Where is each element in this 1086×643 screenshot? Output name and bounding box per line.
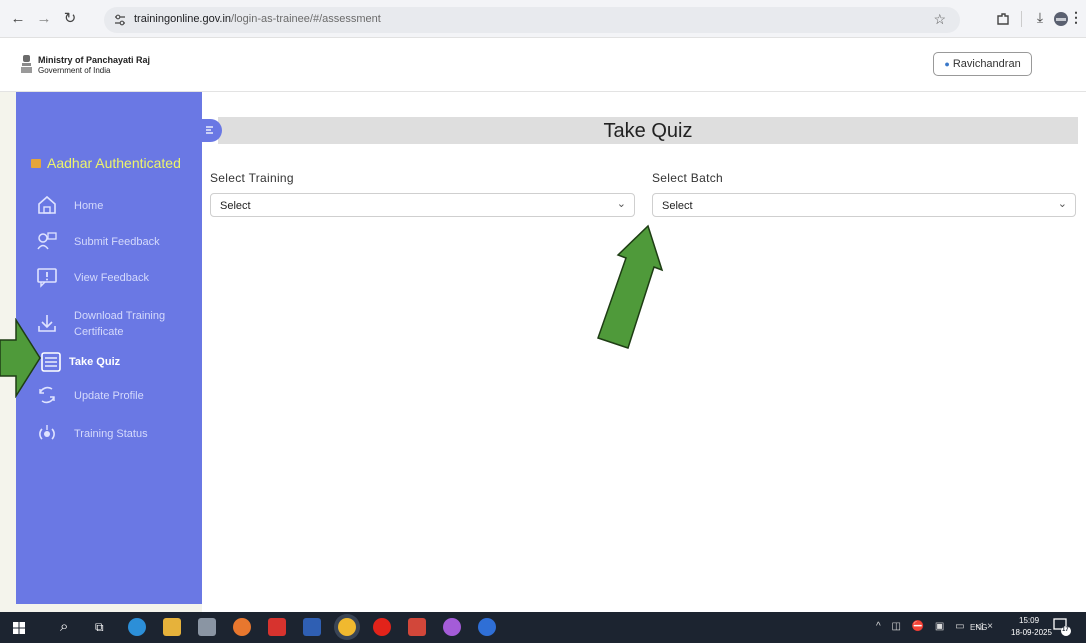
toolbar-divider (1021, 11, 1022, 27)
chevron-down-icon: ⌄ (616, 198, 626, 210)
url-host: trainingonline.gov.in (134, 13, 232, 25)
user-name: Ravichandran (952, 58, 1021, 70)
browser-toolbar: ← → ↻ trainingonline.gov.in/login-as-tra… (0, 0, 1086, 38)
download-icon[interactable]: ⤓ (1030, 9, 1050, 26)
copilot-icon[interactable] (443, 618, 461, 636)
clock-time[interactable]: 15:09 (1019, 616, 1039, 625)
sidebar-item-home[interactable]: Home (36, 194, 206, 220)
calculator-icon[interactable] (198, 618, 216, 636)
menu-icon (206, 126, 213, 134)
opera-icon[interactable] (373, 618, 391, 636)
view-feedback-icon (37, 268, 57, 288)
org-subtitle: Government of India (38, 66, 111, 75)
title-bar: Take Quiz (218, 117, 1078, 144)
annotation-arrow-up (597, 224, 664, 349)
forward-icon[interactable]: → (34, 9, 54, 29)
star-icon[interactable]: ☆ (933, 11, 946, 28)
lock-icon (31, 159, 41, 168)
auth-status-text: Aadhar Authenticated (47, 155, 181, 171)
file-explorer-icon[interactable] (163, 618, 181, 636)
powerpoint-icon[interactable] (408, 618, 426, 636)
sidebar-item-label: Submit Feedback (74, 236, 160, 248)
windows-start-icon[interactable] (13, 622, 25, 634)
task-view-icon[interactable]: ⧉ (95, 620, 104, 635)
sidebar-item-take-quiz[interactable]: Take Quiz (36, 350, 206, 376)
training-label: Select Training (210, 171, 294, 185)
status-icon (39, 425, 55, 440)
url-text: trainingonline.gov.in/login-as-trainee/#… (134, 13, 381, 25)
sidebar-item-label: Update Profile (74, 390, 144, 402)
notification-count: 17 (1062, 627, 1069, 633)
language-indicator[interactable]: ENG (970, 623, 987, 632)
chevron-down-icon: ⌄ (1057, 198, 1067, 210)
sidebar-item-submit-feedback[interactable]: Submit Feedback (36, 230, 206, 256)
taskbar: ⌕ ⧉ ^ ◫ ⛔ ▣ ▭ ◁× ENG 15:09 18-09-2025 17 (0, 612, 1086, 643)
chrome-icon[interactable] (338, 618, 356, 636)
search-icon[interactable]: ⌕ (60, 618, 68, 635)
training-select-value: Select (220, 200, 251, 212)
sidebar-item-label: Download Training Certificate (74, 310, 166, 338)
user-icon: ● (944, 59, 950, 69)
more-icon[interactable]: ⋮ (1066, 9, 1086, 26)
sidebar-item-label: Take Quiz (69, 356, 121, 368)
org-title: Ministry of Panchayati Raj (38, 55, 151, 65)
user-menu-button[interactable]: ● Ravichandran (933, 52, 1032, 76)
app-header: Ministry of Panchayati Raj Government of… (0, 38, 1086, 92)
address-bar[interactable]: trainingonline.gov.in/login-as-trainee/#… (104, 7, 960, 33)
annotation-arrow-left (0, 318, 41, 398)
sidebar-item-update-profile[interactable]: Update Profile (36, 384, 206, 410)
edge-icon[interactable] (128, 618, 146, 636)
clock-date[interactable]: 18-09-2025 (1011, 628, 1052, 637)
sidebar-item-training-status[interactable]: Training Status (36, 422, 206, 448)
extensions-icon[interactable] (995, 11, 1011, 27)
main-content: Take Quiz Select Training Select ⌄ Selec… (202, 92, 1086, 612)
batch-select-value: Select (662, 200, 693, 212)
sidebar-item-label: View Feedback (74, 272, 150, 284)
url-path: /login-as-trainee/#/assessment (231, 13, 381, 25)
site-settings-icon[interactable] (114, 14, 126, 26)
batch-select[interactable]: Select ⌄ (652, 193, 1076, 217)
auth-status: Aadhar Authenticated (31, 155, 181, 171)
sidebar-item-download-certificate[interactable]: Download Training Certificate (36, 304, 206, 338)
webex-icon[interactable] (478, 618, 496, 636)
sidebar-item-label: Home (74, 200, 104, 212)
national-emblem-icon (21, 55, 32, 73)
notification-icon[interactable]: 17 (1053, 617, 1071, 637)
sidebar-item-view-feedback[interactable]: View Feedback (36, 266, 206, 292)
firefox-icon[interactable] (233, 618, 251, 636)
page-title: Take Quiz (603, 120, 693, 142)
sidebar-item-label: Training Status (74, 428, 148, 440)
acrobat-icon[interactable] (268, 618, 286, 636)
back-icon[interactable]: ← (8, 9, 28, 29)
batch-label: Select Batch (652, 171, 723, 185)
feedback-icon (37, 232, 57, 250)
training-select[interactable]: Select ⌄ (210, 193, 635, 217)
word-icon[interactable] (303, 618, 321, 636)
home-icon (38, 195, 56, 214)
reload-icon[interactable]: ↻ (60, 9, 80, 29)
